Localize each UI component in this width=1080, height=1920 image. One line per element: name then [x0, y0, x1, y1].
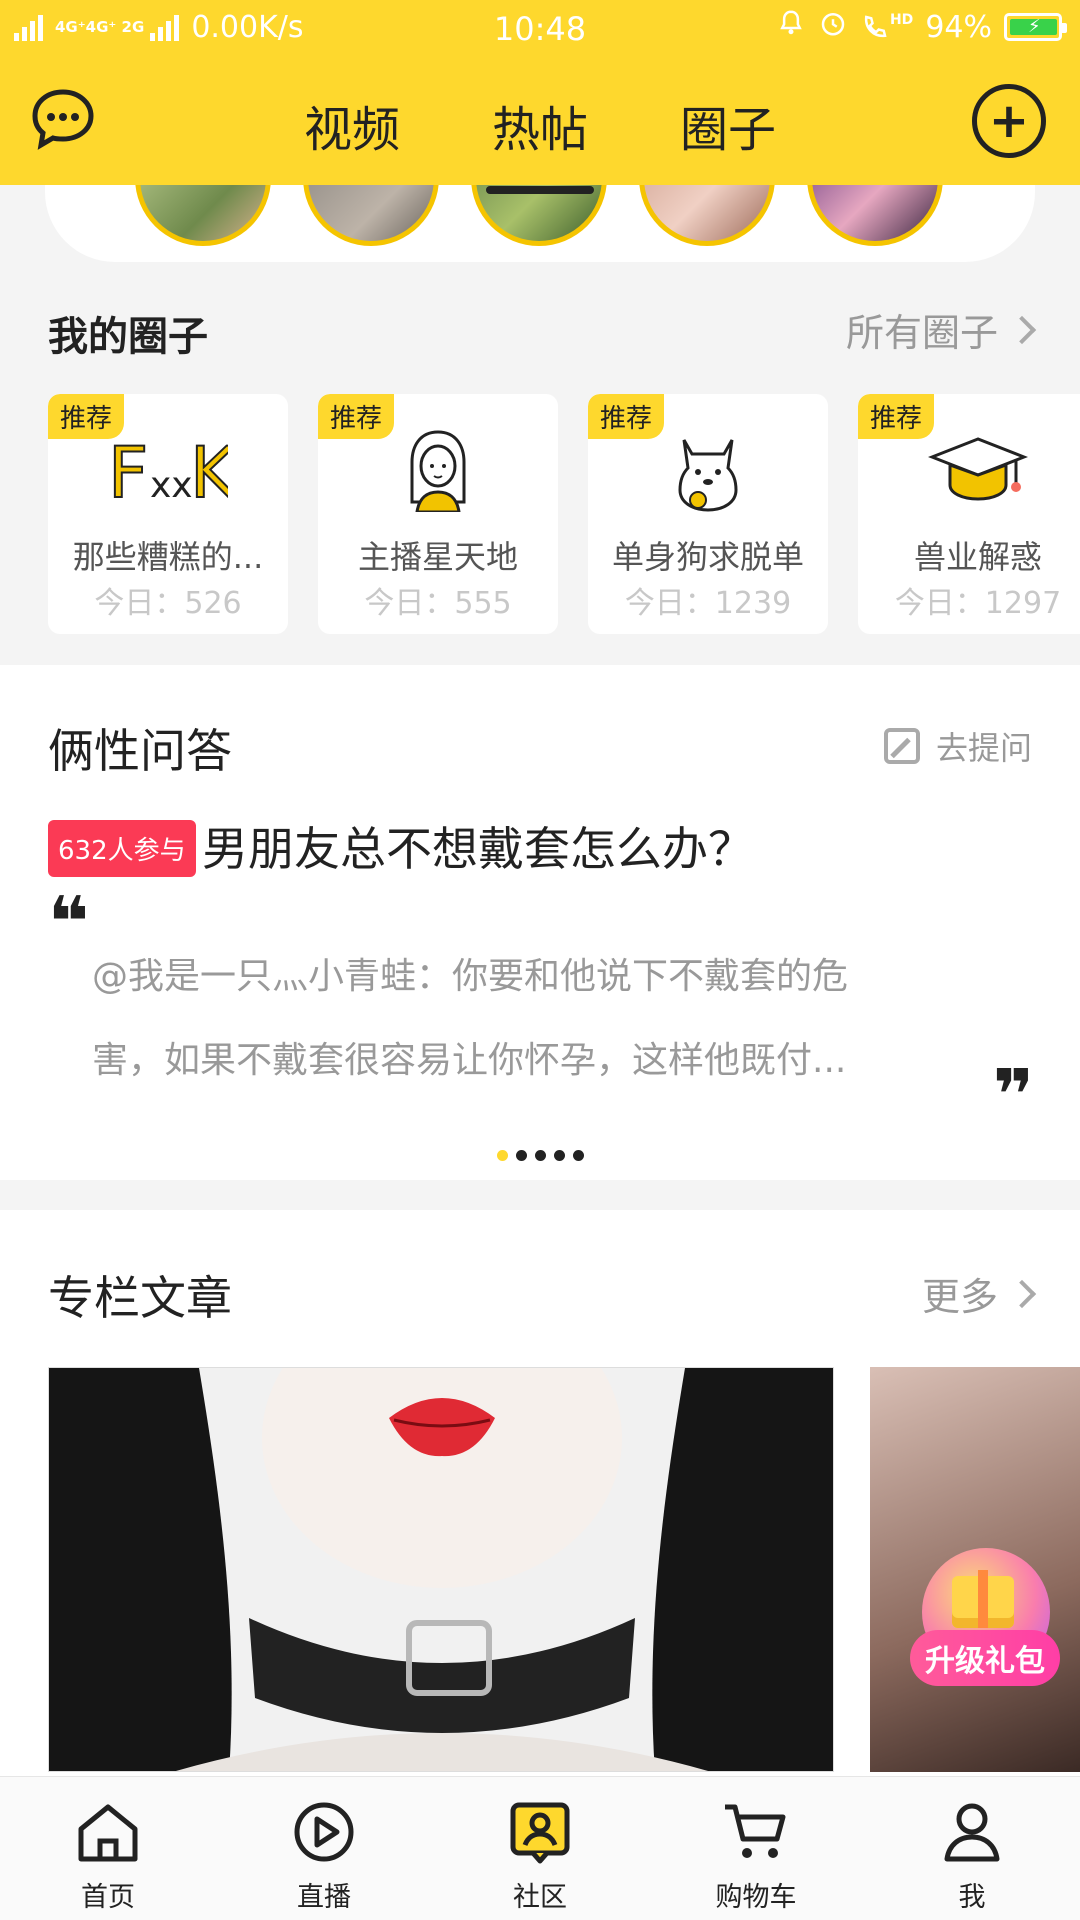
home-icon	[78, 1804, 138, 1862]
ask-question-label: 去提问	[935, 729, 1032, 767]
upgrade-gift-button[interactable]: 升级礼包	[910, 1548, 1060, 1698]
pager-dot[interactable]	[496, 1150, 508, 1161]
circle-today-count: 今日：1297	[894, 586, 1062, 621]
circle-today-count: 今日：555	[364, 586, 512, 621]
circle-today-count: 今日：1239	[624, 586, 792, 621]
header-nav: 视频 热帖 圈子 +	[0, 60, 1080, 194]
nav-label: 购物车	[715, 1882, 797, 1913]
play-icon	[294, 1802, 354, 1862]
qa-title: 俩性问答	[48, 724, 232, 778]
carousel-pager	[0, 1150, 1080, 1161]
pager-dot[interactable]	[553, 1150, 565, 1161]
nav-label: 直播	[297, 1882, 351, 1913]
top-tabs: 视频 热帖 圈子	[0, 90, 1080, 194]
svg-text:K: K	[190, 432, 228, 509]
nav-label: 社区	[513, 1882, 567, 1913]
hd-label: HD	[889, 12, 914, 28]
circle-card[interactable]: 推荐 兽业解惑 今日：1297	[858, 394, 1080, 634]
all-circles-label: 所有圈子	[845, 311, 998, 355]
participants-badge: 632人参与	[48, 820, 196, 877]
circle-list: 推荐 F xx K 那些糟糕的... 今日：526 推荐 主播星天地 今日：55…	[48, 394, 1080, 634]
alarm-icon	[818, 8, 848, 46]
circle-name: 兽业解惑	[913, 538, 1042, 576]
bottom-nav: 首页 直播 社区 购物车 我	[0, 1776, 1080, 1920]
status-bar: 4G⁺4G⁺ 2G 0.00K/s 10:48 HD 94% ⚡	[0, 0, 1080, 60]
battery-icon: ⚡	[1004, 13, 1067, 41]
status-right: HD 94% ⚡	[776, 8, 1067, 46]
svg-text:xx: xx	[150, 465, 193, 506]
quote-close-icon: ❞	[992, 1054, 1034, 1136]
nav-home[interactable]: 首页	[18, 1777, 198, 1920]
my-circles-title: 我的圈子	[48, 314, 208, 360]
circle-today-count: 今日：526	[94, 586, 242, 621]
circle-name: 单身狗求脱单	[611, 538, 804, 576]
circle-name: 那些糟糕的...	[72, 538, 264, 576]
pager-dot[interactable]	[534, 1150, 546, 1161]
girl-icon	[378, 424, 498, 514]
battery-text: 94%	[925, 9, 992, 45]
community-icon	[510, 1802, 570, 1864]
pager-dot[interactable]	[572, 1150, 584, 1161]
tab-circles[interactable]: 圈子	[674, 90, 782, 160]
column-articles-title: 专栏文章	[48, 1271, 232, 1325]
gift-ribbon	[978, 1570, 988, 1628]
nav-live[interactable]: 直播	[234, 1777, 414, 1920]
article-image	[49, 1368, 833, 1771]
dog-icon	[648, 424, 768, 514]
svg-text:F: F	[108, 432, 148, 509]
article-card[interactable]	[48, 1367, 834, 1772]
nav-me[interactable]: 我	[882, 1777, 1062, 1920]
graduation-cap-icon	[918, 424, 1038, 514]
edit-icon	[883, 728, 920, 764]
cart-icon	[725, 1804, 786, 1858]
top-bar: 4G⁺4G⁺ 2G 0.00K/s 10:48 HD 94% ⚡ 视频 热帖 圈…	[0, 0, 1080, 194]
nav-label: 我	[958, 1882, 986, 1913]
ask-question-button[interactable]: 去提问	[883, 723, 1032, 769]
nav-community[interactable]: 社区	[450, 1777, 630, 1920]
column-articles-section: 专栏文章 更多	[0, 1210, 1080, 1810]
gift-label: 升级礼包	[910, 1630, 1060, 1686]
fxk-icon: F xx K	[108, 424, 228, 514]
qa-section: 俩性问答 去提问 632人参与 男朋友总不想戴套怎么办？ ❝ @我是一只灬小青蛙…	[0, 665, 1080, 1180]
add-button[interactable]: +	[972, 84, 1046, 158]
chevron-right-icon	[1007, 315, 1037, 344]
circle-card[interactable]: 推荐 主播星天地 今日：555	[318, 394, 558, 634]
call-hd-icon: HD	[860, 12, 913, 42]
user-icon	[944, 1803, 1000, 1862]
circle-card[interactable]: 推荐 单身狗求脱单 今日：1239	[588, 394, 828, 634]
circle-name: 主播星天地	[357, 538, 518, 576]
qa-answer[interactable]: @我是一只灬小青蛙：你要和他说下不戴套的危 害，如果不戴套很容易让你怀孕，这样他…	[92, 935, 992, 1103]
tab-video[interactable]: 视频	[298, 90, 406, 160]
nav-cart[interactable]: 购物车	[666, 1777, 846, 1920]
nav-label: 首页	[81, 1882, 135, 1913]
pager-dot[interactable]	[515, 1150, 527, 1161]
circle-card[interactable]: 推荐 F xx K 那些糟糕的... 今日：526	[48, 394, 288, 634]
more-link[interactable]: 更多	[921, 1266, 1037, 1321]
qa-answer-line: @我是一只灬小青蛙：你要和他说下不戴套的危	[92, 956, 849, 997]
qa-question[interactable]: 男朋友总不想戴套怎么办？	[202, 813, 754, 879]
qa-answer-line: 害，如果不戴套很容易让你怀孕，这样他既付...	[92, 1040, 847, 1081]
more-label: 更多	[921, 1275, 998, 1319]
chevron-right-icon	[1007, 1279, 1037, 1308]
tab-hot-posts[interactable]: 热帖	[485, 90, 595, 194]
quote-open-icon: ❝	[48, 881, 90, 963]
all-circles-link[interactable]: 所有圈子	[845, 302, 1037, 357]
bell-icon	[776, 8, 806, 46]
